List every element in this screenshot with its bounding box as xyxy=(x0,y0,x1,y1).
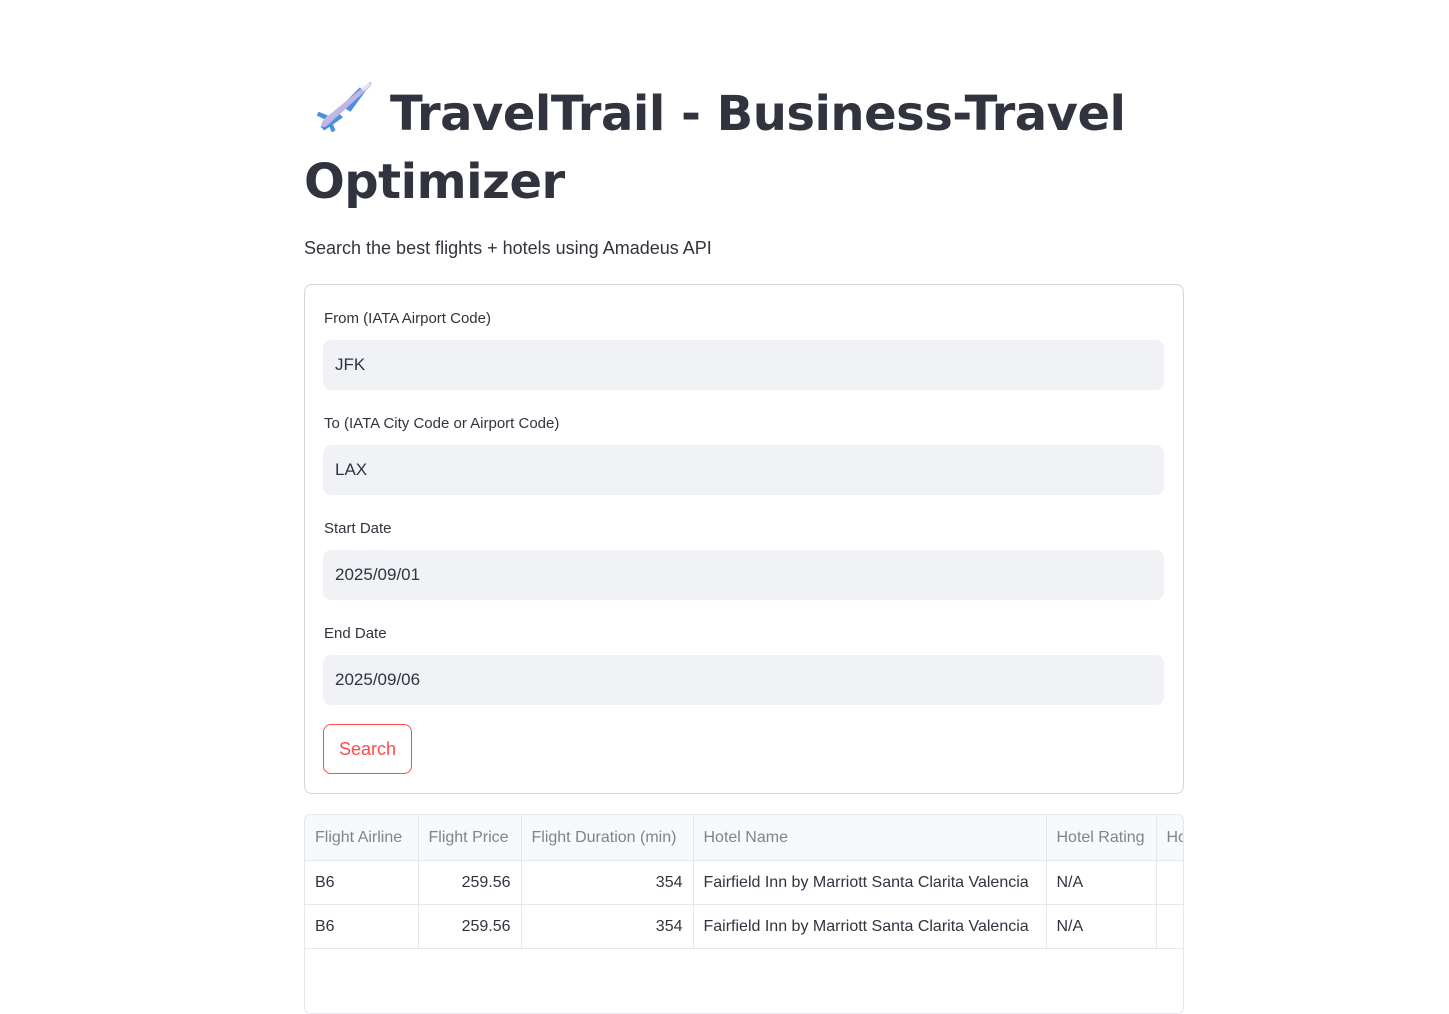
start-date-input[interactable] xyxy=(323,550,1164,600)
end-date-input[interactable] xyxy=(323,655,1164,705)
from-label: From (IATA Airport Code) xyxy=(324,310,491,327)
table-cell[interactable] xyxy=(1156,860,1183,905)
column-header[interactable]: Flight Price xyxy=(418,815,522,861)
column-header[interactable]: Ho xyxy=(1156,815,1183,861)
table-cell[interactable]: 354 xyxy=(521,860,694,905)
page-title: TravelTrail - Business-Travel Optimizer xyxy=(304,78,1184,216)
to-label: To (IATA City Code or Airport Code) xyxy=(324,415,560,432)
table-cell[interactable]: 259.56 xyxy=(418,904,522,949)
airplane-icon xyxy=(316,82,372,133)
page-title-text: TravelTrail - Business-Travel Optimizer xyxy=(304,86,1126,210)
end-date-label: End Date xyxy=(324,625,387,642)
table-header-row: Flight Airline Flight Price Flight Durat… xyxy=(305,815,1183,861)
search-button[interactable]: Search xyxy=(323,724,412,774)
table-cell[interactable]: B6 xyxy=(305,904,419,949)
column-header[interactable]: Hotel Rating xyxy=(1046,815,1157,861)
table-cell[interactable]: 259.56 xyxy=(418,860,522,905)
table-cell[interactable] xyxy=(1156,904,1183,949)
to-input[interactable] xyxy=(323,445,1164,495)
table-cell[interactable]: Fairfield Inn by Marriott Santa Clarita … xyxy=(693,904,1047,949)
table-cell[interactable]: 354 xyxy=(521,904,694,949)
page-subtitle: Search the best flights + hotels using A… xyxy=(304,238,712,258)
table-cell[interactable]: N/A xyxy=(1046,904,1157,949)
table-row: B6 259.56 354 Fairfield Inn by Marriott … xyxy=(305,904,1183,949)
column-header[interactable]: Flight Airline xyxy=(305,815,419,861)
column-header[interactable]: Flight Duration (min) xyxy=(521,815,694,861)
table-cell[interactable]: Fairfield Inn by Marriott Santa Clarita … xyxy=(693,860,1047,905)
search-form: From (IATA Airport Code) To (IATA City C… xyxy=(304,284,1184,794)
table-row: B6 259.56 354 Fairfield Inn by Marriott … xyxy=(305,860,1183,905)
results-table[interactable]: Flight Airline Flight Price Flight Durat… xyxy=(304,814,1184,1014)
start-date-label: Start Date xyxy=(324,520,392,537)
from-input[interactable] xyxy=(323,340,1164,390)
column-header[interactable]: Hotel Name xyxy=(693,815,1047,861)
table-cell[interactable]: B6 xyxy=(305,860,419,905)
table-cell[interactable]: N/A xyxy=(1046,860,1157,905)
